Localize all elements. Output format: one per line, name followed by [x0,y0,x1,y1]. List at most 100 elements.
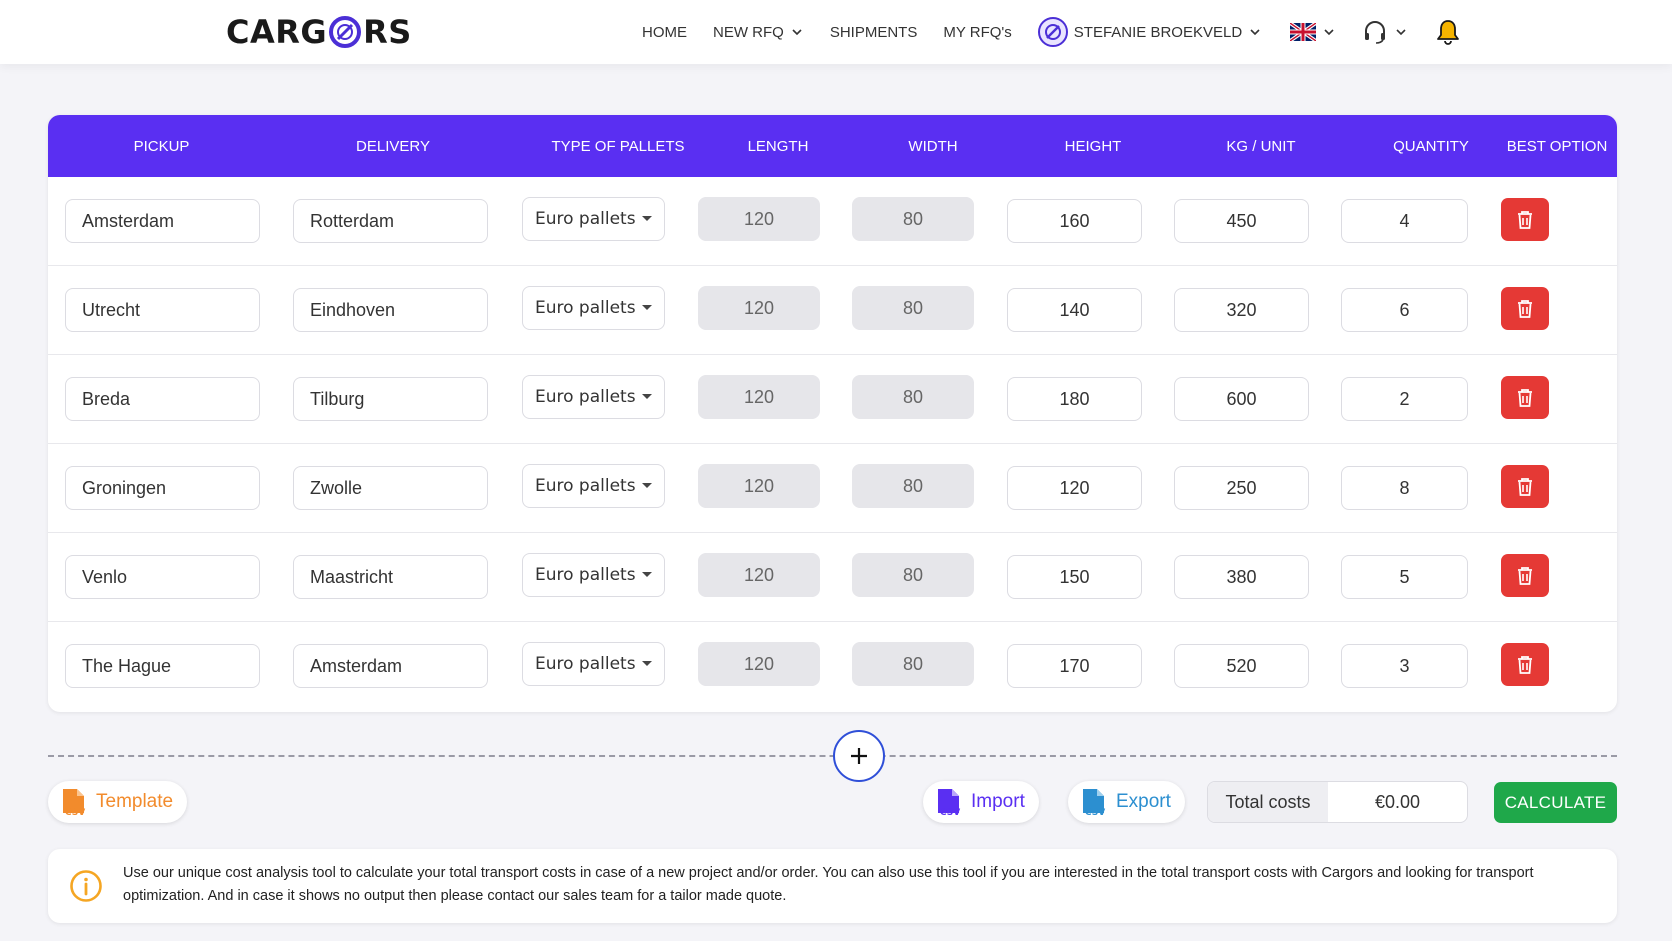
delivery-input[interactable]: Rotterdam [293,199,488,243]
delete-row-button[interactable] [1501,465,1549,508]
trash-icon [1518,388,1532,407]
length-field: 120 [698,375,820,419]
pallet-type-value: Euro pallets [535,298,636,318]
height-input[interactable]: 170 [1007,644,1142,688]
caret-down-icon [642,483,652,488]
csv-file-icon: CSV [1083,789,1105,817]
table-row: Breda Tilburg Euro pallets 120 80 180 60… [48,355,1617,444]
pickup-input[interactable]: Utrecht [65,288,260,332]
csv-file-icon: CSV [938,789,960,817]
height-input[interactable]: 120 [1007,466,1142,510]
length-field: 120 [698,464,820,508]
total-costs: Total costs €0.00 [1207,781,1468,823]
kg-input[interactable]: 320 [1174,288,1309,332]
length-field: 120 [698,553,820,597]
table-row: Groningen Zwolle Euro pallets 120 80 120… [48,444,1617,533]
quantity-input[interactable]: 6 [1341,288,1468,332]
main-nav: HOME NEW RFQ SHIPMENTS MY RFQ's STEFANIE… [642,0,1488,64]
length-field: 120 [698,286,820,330]
pallet-type-select[interactable]: Euro pallets [522,553,665,597]
delivery-input[interactable]: Zwolle [293,466,488,510]
pallet-type-select[interactable]: Euro pallets [522,197,665,241]
nav-shipments[interactable]: SHIPMENTS [830,24,918,41]
add-row-button[interactable] [833,730,885,782]
caret-down-icon [642,305,652,310]
width-field: 80 [852,642,974,686]
export-button[interactable]: CSV Export [1068,781,1185,823]
caret-down-icon [642,216,652,221]
nav-home-label: HOME [642,23,687,41]
pallet-type-value: Euro pallets [535,565,636,585]
col-delivery: DELIVERY [356,137,430,155]
length-field: 120 [698,642,820,686]
nav-new-rfq-label: NEW RFQ [713,23,784,41]
language-selector[interactable] [1290,23,1336,41]
shipment-table: PICKUP DELIVERY TYPE OF PALLETS LENGTH W… [48,115,1617,712]
info-icon [70,870,102,902]
pallet-type-select[interactable]: Euro pallets [522,286,665,330]
pallet-type-select[interactable]: Euro pallets [522,375,665,419]
logo-globe-icon [328,15,362,49]
delete-row-button[interactable] [1501,198,1549,241]
height-input[interactable]: 180 [1007,377,1142,421]
cargors-logo[interactable]: CARG RS [226,13,412,51]
pallet-type-select[interactable]: Euro pallets [522,464,665,508]
col-pallets: TYPE OF PALLETS [551,137,685,155]
delivery-input[interactable]: Amsterdam [293,644,488,688]
calculate-button[interactable]: CALCULATE [1494,782,1617,823]
table-row: Utrecht Eindhoven Euro pallets 120 80 14… [48,266,1617,355]
quantity-input[interactable]: 4 [1341,199,1468,243]
table-row: The Hague Amsterdam Euro pallets 120 80 … [48,622,1617,711]
kg-input[interactable]: 450 [1174,199,1309,243]
delete-row-button[interactable] [1501,643,1549,686]
trash-icon [1518,655,1532,674]
user-menu[interactable]: STEFANIE BROEKVELD [1037,17,1262,47]
caret-down-icon [642,394,652,399]
delete-row-button[interactable] [1501,376,1549,419]
trash-icon [1518,566,1532,585]
col-kg: KG / UNIT [1226,137,1296,155]
col-pickup: PICKUP [133,137,190,155]
kg-input[interactable]: 380 [1174,555,1309,599]
avatar [1037,17,1068,47]
width-field: 80 [852,464,974,508]
delete-row-button[interactable] [1501,287,1549,330]
pallet-type-select[interactable]: Euro pallets [522,642,665,686]
quantity-input[interactable]: 8 [1341,466,1468,510]
bell-icon [1437,20,1460,45]
col-height: HEIGHT [1064,137,1122,155]
nav-new-rfq[interactable]: NEW RFQ [713,24,804,41]
template-button[interactable]: CSV Template [48,781,188,823]
chevron-down-icon [792,29,802,36]
delivery-input[interactable]: Maastricht [293,555,488,599]
logo-text-left: CARG [226,13,328,51]
total-costs-label: Total costs [1208,782,1328,822]
quantity-input[interactable]: 3 [1341,644,1468,688]
pickup-input[interactable]: Amsterdam [65,199,260,243]
support-menu[interactable] [1362,19,1408,45]
nav-home[interactable]: HOME [642,24,687,41]
pickup-input[interactable]: Venlo [65,555,260,599]
delivery-input[interactable]: Tilburg [293,377,488,421]
height-input[interactable]: 160 [1007,199,1142,243]
height-input[interactable]: 140 [1007,288,1142,332]
height-input[interactable]: 150 [1007,555,1142,599]
kg-input[interactable]: 250 [1174,466,1309,510]
pickup-input[interactable]: The Hague [65,644,260,688]
kg-input[interactable]: 600 [1174,377,1309,421]
nav-my-rfqs[interactable]: MY RFQ's [943,24,1011,41]
delivery-input[interactable]: Eindhoven [293,288,488,332]
kg-input[interactable]: 520 [1174,644,1309,688]
import-button[interactable]: CSV Import [923,781,1039,823]
col-best-option: BEST OPTION [1506,137,1608,155]
nav-my-rfqs-label: MY RFQ's [943,23,1012,41]
pickup-input[interactable]: Breda [65,377,260,421]
chevron-down-icon [1396,29,1406,36]
quantity-input[interactable]: 2 [1341,377,1468,421]
pickup-input[interactable]: Groningen [65,466,260,510]
pallet-type-value: Euro pallets [535,476,636,496]
quantity-input[interactable]: 5 [1341,555,1468,599]
trash-icon [1518,210,1532,229]
notifications-button[interactable] [1434,18,1462,46]
delete-row-button[interactable] [1501,554,1549,597]
